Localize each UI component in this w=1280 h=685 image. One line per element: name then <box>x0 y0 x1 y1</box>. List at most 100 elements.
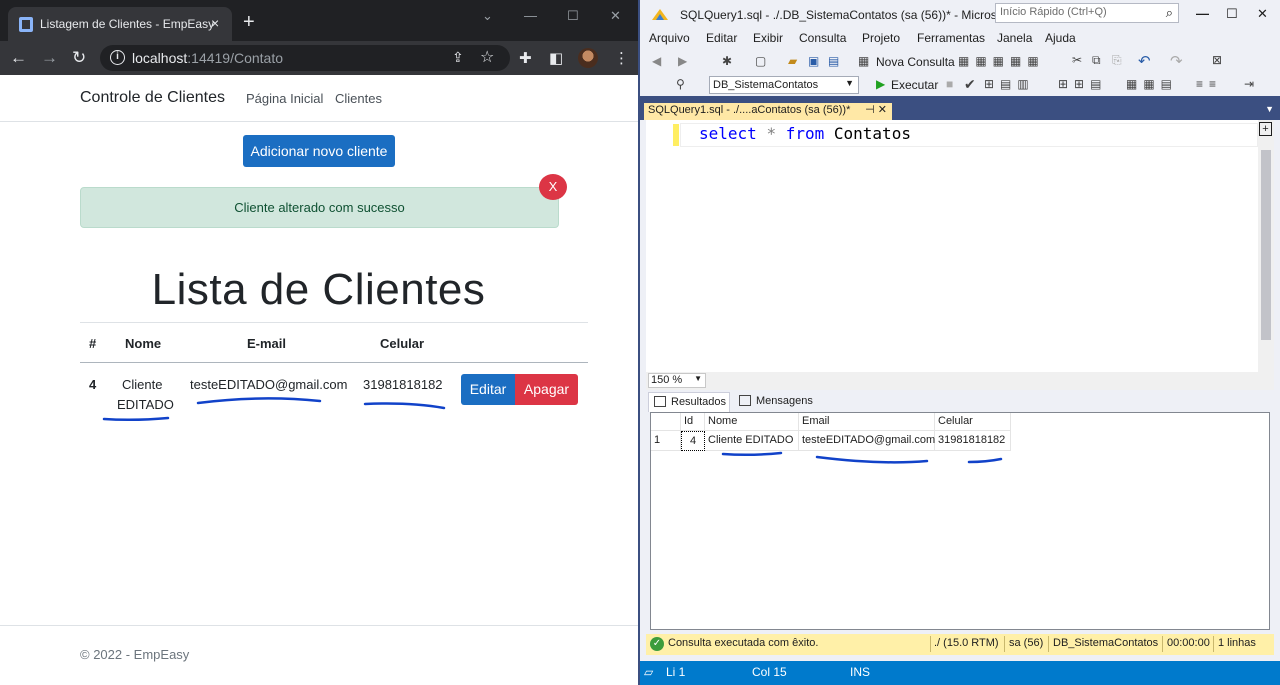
bookmark-star-icon[interactable]: ☆ <box>480 47 494 67</box>
browser-tab[interactable]: Listagem de Clientes - EmpEasy × <box>8 7 232 41</box>
close-window-icon[interactable]: ✕ <box>610 8 621 24</box>
stop-icon[interactable]: ■ <box>946 77 953 91</box>
menu-projeto[interactable]: Projeto <box>862 31 900 45</box>
search-icon: ⌕ <box>1165 5 1173 20</box>
quick-launch-input[interactable]: Início Rápido (Ctrl+Q) ⌕ <box>995 3 1179 23</box>
indent-icon[interactable]: ⇥ <box>1244 77 1254 91</box>
minimize-icon[interactable]: — <box>524 8 537 23</box>
grid-mode-icons[interactable]: ▦▦▤ <box>1126 77 1178 91</box>
extensions-puzzle-icon[interactable]: ✚ <box>519 49 532 67</box>
ssms-logo-icon <box>652 9 668 20</box>
side-panel-icon[interactable]: ◧ <box>549 49 563 67</box>
results-grid[interactable]: Id Nome Email Celular 1 4 Cliente EDITAD… <box>650 412 1270 630</box>
query-status-bar: ✓ Consulta executada com êxito. ./ (15.0… <box>646 634 1274 655</box>
new-tab-icon[interactable]: + <box>243 12 255 32</box>
new-query-button[interactable]: Nova Consulta <box>876 55 955 69</box>
close-tab-icon[interactable]: × <box>211 15 219 31</box>
redo-icon[interactable]: ↷ <box>1170 52 1183 70</box>
save-icon[interactable]: ▣ <box>808 54 819 68</box>
chevron-down-icon: ▼ <box>845 78 854 88</box>
menu-janela[interactable]: Janela <box>997 31 1032 45</box>
status-server: ./ (15.0 RTM) <box>934 637 999 649</box>
pin-close-icons[interactable]: ⊣ ✕ <box>865 103 887 116</box>
browser-tab-bar: Listagem de Clientes - EmpEasy × + ⌄ — ☐… <box>0 0 638 41</box>
status-separator <box>1004 636 1005 652</box>
web-page: Controle de Clientes Página Inicial Clie… <box>0 75 638 685</box>
split-editor-icon[interactable]: + <box>1259 122 1272 136</box>
output-window-icon[interactable]: ▱ <box>644 665 653 679</box>
query-type-icons[interactable]: ▦▦▦▦▦ <box>958 54 1045 68</box>
paste-icon[interactable]: ⎘ <box>1112 53 1122 68</box>
open-folder-icon[interactable]: ▰ <box>788 54 797 68</box>
maximize-icon[interactable]: ☐ <box>567 8 579 24</box>
editor-scrollbar[interactable] <box>1258 120 1274 372</box>
profile-avatar[interactable] <box>578 48 598 68</box>
site-info-icon[interactable]: i <box>110 50 125 65</box>
table-identifier: Contatos <box>833 124 911 143</box>
tab-messages-label: Mensagens <box>756 395 813 407</box>
back-icon[interactable]: ← <box>10 48 27 68</box>
cut-icon[interactable]: ✂ <box>1072 53 1082 67</box>
footer-divider <box>0 625 638 626</box>
success-check-icon: ✓ <box>650 637 664 651</box>
solution-explorer-icon[interactable]: ⊠ <box>1212 53 1222 67</box>
zoom-value: 150 % <box>651 374 683 386</box>
add-item-icon[interactable]: ▢ <box>755 54 766 68</box>
document-tab-strip: SQLQuery1.sql - ./....aContatos (sa (56)… <box>640 96 1280 120</box>
change-indicator <box>673 124 679 146</box>
status-row-count: 1 linhas <box>1218 637 1256 649</box>
tab-search-icon[interactable]: ⌄ <box>482 8 493 24</box>
menu-consulta[interactable]: Consulta <box>799 31 846 45</box>
database-select[interactable]: DB_SistemaContatos ▼ <box>709 76 859 94</box>
sql-code-line[interactable]: select * from Contatos <box>699 124 911 143</box>
parse-check-icon[interactable]: ✔ <box>964 76 976 93</box>
ssms-window-title: SQLQuery1.sql - ./.DB_SistemaContatos (s… <box>680 8 1021 22</box>
object-explorer-icon[interactable]: ⚲ <box>676 77 685 91</box>
results-mode-icons[interactable]: ⊞⊞▤ <box>1058 77 1107 91</box>
handwritten-underlines <box>721 451 1003 464</box>
forward-icon[interactable]: ▶ <box>678 54 687 68</box>
new-project-icon[interactable]: ✱ <box>722 54 732 68</box>
query-tab-title: SQLQuery1.sql - ./....aContatos (sa (56)… <box>648 104 851 116</box>
status-separator <box>1162 636 1163 652</box>
new-query-icon[interactable]: ▦ <box>858 54 869 68</box>
tab-results-label: Resultados <box>671 396 727 408</box>
menu-arquivo[interactable]: Arquivo <box>649 31 690 45</box>
minimize-icon[interactable]: — <box>1196 6 1209 21</box>
tab-results[interactable]: Resultados <box>648 392 730 412</box>
execute-icon[interactable]: ▶ <box>876 77 885 91</box>
menu-ajuda[interactable]: Ajuda <box>1045 31 1076 45</box>
comment-icons[interactable]: ≡≡ <box>1196 77 1222 91</box>
tab-messages[interactable]: Mensagens <box>734 392 818 412</box>
ssms-title-bar: SQLQuery1.sql - ./.DB_SistemaContatos (s… <box>640 0 1280 30</box>
close-window-icon[interactable]: ✕ <box>1257 6 1268 22</box>
save-all-icon[interactable]: ▤ <box>828 54 839 68</box>
tab-list-dropdown-icon[interactable]: ▼ <box>1265 104 1274 114</box>
scroll-thumb[interactable] <box>1261 150 1271 340</box>
status-separator <box>1213 636 1214 652</box>
cursor-line: Li 1 <box>666 665 686 679</box>
back-icon[interactable]: ◀ <box>652 54 661 68</box>
plan-icons[interactable]: ⊞▤▥ <box>984 77 1035 91</box>
forward-icon[interactable]: → <box>41 48 58 68</box>
share-icon[interactable]: ⇪ <box>452 49 464 66</box>
query-document-tab[interactable]: SQLQuery1.sql - ./....aContatos (sa (56)… <box>644 103 892 120</box>
address-bar[interactable]: i localhost:14419/Contato ⇪ ☆ <box>100 45 510 71</box>
menu-exibir[interactable]: Exibir <box>753 31 783 45</box>
editor-gutter <box>646 120 668 372</box>
execute-button[interactable]: Executar <box>891 78 938 92</box>
menu-editar[interactable]: Editar <box>706 31 737 45</box>
reload-icon[interactable]: ↻ <box>72 48 86 68</box>
zoom-select[interactable]: 150 % ▼ <box>648 373 706 388</box>
menu-ferramentas[interactable]: Ferramentas <box>917 31 985 45</box>
copy-icon[interactable]: ⧉ <box>1092 53 1101 68</box>
results-tab-strip: Resultados Mensagens <box>646 390 1274 412</box>
ssms-window: SQLQuery1.sql - ./.DB_SistemaContatos (s… <box>640 0 1280 685</box>
page-favicon-icon <box>19 17 33 32</box>
insert-mode: INS <box>850 665 871 679</box>
sql-editor[interactable]: select * from Contatos + <box>646 120 1274 372</box>
keyword-select: select <box>699 124 757 143</box>
browser-menu-icon[interactable]: ⋮ <box>614 49 629 67</box>
undo-icon[interactable]: ↶ <box>1138 52 1151 70</box>
maximize-icon[interactable]: ☐ <box>1226 6 1238 22</box>
